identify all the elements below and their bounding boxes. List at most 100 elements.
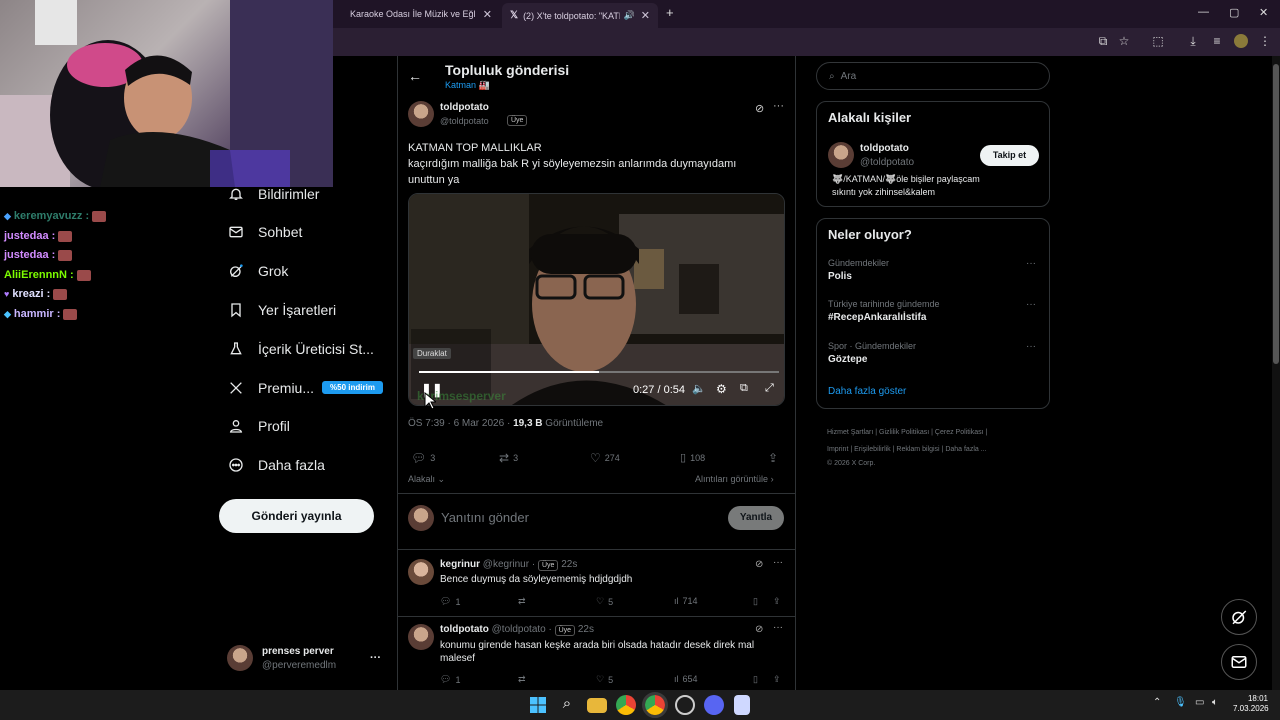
bookmark-button[interactable]: ▯ xyxy=(753,596,758,607)
footer-link[interactable]: Gizlilik Politikası xyxy=(879,429,929,436)
footer-link[interactable]: Hizmet Şartları xyxy=(827,429,873,436)
install-app-icon[interactable]: ⧉ xyxy=(1096,34,1110,48)
trend-more-icon[interactable]: ··· xyxy=(1026,341,1036,352)
reply-author-handle[interactable]: @toldpotato · xyxy=(492,624,552,635)
network-icon[interactable]: ▭ xyxy=(1195,697,1204,708)
grok-float-button[interactable] xyxy=(1221,599,1257,635)
grok-icon[interactable]: ⊘ xyxy=(755,559,763,570)
more-options-icon[interactable]: ··· xyxy=(773,100,784,112)
calculator-icon[interactable] xyxy=(734,695,750,715)
volume-icon[interactable]: 🔈 xyxy=(692,382,706,395)
share-button[interactable]: ⇪ xyxy=(773,674,781,685)
scrollbar[interactable] xyxy=(1272,56,1280,690)
repost-button[interactable]: ⇄ 3 xyxy=(499,451,518,465)
settings-icon[interactable]: ⚙ xyxy=(716,382,727,396)
nav-creator-studio[interactable]: İçerik Üreticisi St... xyxy=(228,333,374,365)
bookmark-button[interactable]: ▯ 108 xyxy=(680,451,705,464)
like-button[interactable]: ♡ 274 xyxy=(590,451,620,465)
community-link[interactable]: Katman 🏭 xyxy=(445,80,490,91)
share-button[interactable]: ⇪ xyxy=(773,596,781,607)
minimize-button[interactable]: — xyxy=(1198,6,1209,18)
author-name[interactable]: toldpotato xyxy=(440,102,489,113)
related-avatar[interactable] xyxy=(828,142,854,168)
chrome-icon[interactable] xyxy=(616,695,636,715)
reply-time[interactable]: 22s xyxy=(561,559,577,570)
browser-menu-icon[interactable]: ⋮ xyxy=(1258,34,1272,48)
search-input[interactable]: Ara xyxy=(841,71,857,82)
author-avatar[interactable] xyxy=(408,101,434,127)
close-tab-icon[interactable]: ✕ xyxy=(483,8,492,21)
account-avatar[interactable] xyxy=(227,645,253,671)
maximize-button[interactable]: ▢ xyxy=(1229,6,1239,19)
video-player[interactable]: Duraklat ❚❚ kerimsesperver 0:27 / 0:54 🔈… xyxy=(408,193,785,406)
close-window-button[interactable]: ✕ xyxy=(1259,6,1268,19)
sort-relevant-dropdown[interactable]: Alakalı ⌄ xyxy=(408,474,445,485)
search-icon[interactable]: ⌕ xyxy=(557,695,577,715)
close-tab-icon[interactable]: ✕ xyxy=(641,9,650,22)
discord-icon[interactable] xyxy=(704,695,724,715)
reply-button[interactable]: 💬︎ 1 xyxy=(440,674,460,685)
reply-time[interactable]: 22s xyxy=(578,624,594,635)
scrollbar-thumb[interactable] xyxy=(1273,64,1279,364)
nav-notifications[interactable]: Bildirimler xyxy=(228,178,319,210)
tab-x-post[interactable]: 𝕏 (2) X'te toldpotato: "KATMA 🔊 ✕ xyxy=(502,3,658,28)
footer-link[interactable]: Çerez Politikası xyxy=(935,429,984,436)
more-options-icon[interactable]: ··· xyxy=(773,557,783,568)
windows-start-icon[interactable] xyxy=(528,695,548,715)
mic-icon[interactable]: 🎙︎ xyxy=(1174,697,1187,708)
speaker-icon[interactable]: 🔊 xyxy=(624,10,635,21)
obs-icon[interactable] xyxy=(675,695,695,715)
view-quotes-link[interactable]: Alıntıları görüntüle › xyxy=(695,474,774,484)
bookmark-button[interactable]: ▯ xyxy=(753,674,758,685)
views-button[interactable]: ıl 714 xyxy=(674,596,698,606)
messages-float-button[interactable] xyxy=(1221,644,1257,680)
footer-link[interactable]: Imprint xyxy=(827,446,848,453)
views-button[interactable]: ıl 654 xyxy=(674,674,698,684)
related-name[interactable]: toldpotato xyxy=(860,143,909,154)
back-arrow-icon[interactable]: ← xyxy=(408,68,422,84)
reply-author-name[interactable]: toldpotato xyxy=(440,624,489,635)
extensions-icon[interactable]: ⬚ xyxy=(1151,34,1165,48)
file-explorer-icon[interactable] xyxy=(587,698,607,713)
star-icon[interactable]: ☆ xyxy=(1117,34,1131,48)
nav-grok[interactable]: Grok xyxy=(228,255,288,287)
tab-karaoke[interactable]: Karaoke Odası İle Müzik ve Eğl ✕ xyxy=(342,4,500,24)
reply-avatar[interactable] xyxy=(408,624,434,650)
more-options-icon[interactable]: ··· xyxy=(773,622,783,633)
grok-icon[interactable]: ⊘ xyxy=(755,102,764,115)
follow-button[interactable]: Takip et xyxy=(980,145,1039,166)
show-more-link[interactable]: Daha fazla göster xyxy=(828,386,906,397)
related-handle[interactable]: @toldpotato xyxy=(860,157,914,168)
reply-author-name[interactable]: kegrinur xyxy=(440,559,480,570)
new-tab-button[interactable]: + xyxy=(666,5,674,20)
nav-chat[interactable]: Sohbet xyxy=(228,216,302,248)
trend-item[interactable]: Spor · Gündemdekiler Göztepe xyxy=(828,341,916,365)
footer-link[interactable]: Daha fazla ... xyxy=(945,446,986,453)
chrome-active-icon[interactable] xyxy=(642,692,668,718)
profile-avatar[interactable] xyxy=(1234,34,1248,48)
nav-bookmarks[interactable]: Yer İşaretleri xyxy=(228,294,336,326)
video-progress-track[interactable] xyxy=(419,371,779,373)
trend-item[interactable]: Gündemdekiler Polis xyxy=(828,258,889,282)
footer-link[interactable]: Reklam bilgisi xyxy=(896,446,939,453)
reply-author-handle[interactable]: @kegrinur · xyxy=(483,559,535,570)
tray-chevron-icon[interactable]: ⌃ xyxy=(1153,697,1161,708)
nav-more[interactable]: Daha fazla xyxy=(228,449,325,481)
trend-more-icon[interactable]: ··· xyxy=(1026,258,1036,269)
nav-premium[interactable]: Premiu... xyxy=(228,372,314,404)
playlist-icon[interactable]: ≡ xyxy=(1210,34,1224,48)
account-menu-button[interactable]: ··· xyxy=(370,652,381,664)
grok-icon[interactable]: ⊘ xyxy=(755,624,763,635)
nav-profile[interactable]: Profil xyxy=(228,410,290,442)
volume-icon[interactable]: 🔈︎ xyxy=(1212,697,1218,708)
reply-input[interactable]: Yanıtını gönder xyxy=(441,510,529,525)
reply-button[interactable]: 💬︎ 3 xyxy=(411,451,435,465)
footer-link[interactable]: Erişilebilirlik xyxy=(854,446,891,453)
search-box[interactable]: ⌕ Ara xyxy=(816,62,1050,90)
post-button[interactable]: Gönderi yayınla xyxy=(219,499,374,533)
trend-more-icon[interactable]: ··· xyxy=(1026,299,1036,310)
reply-avatar[interactable] xyxy=(408,559,434,585)
download-icon[interactable]: ⤓ xyxy=(1186,34,1200,48)
clock[interactable]: 18:01 7.03.2026 xyxy=(1233,694,1269,714)
repost-button[interactable]: ⇄ xyxy=(518,596,526,607)
